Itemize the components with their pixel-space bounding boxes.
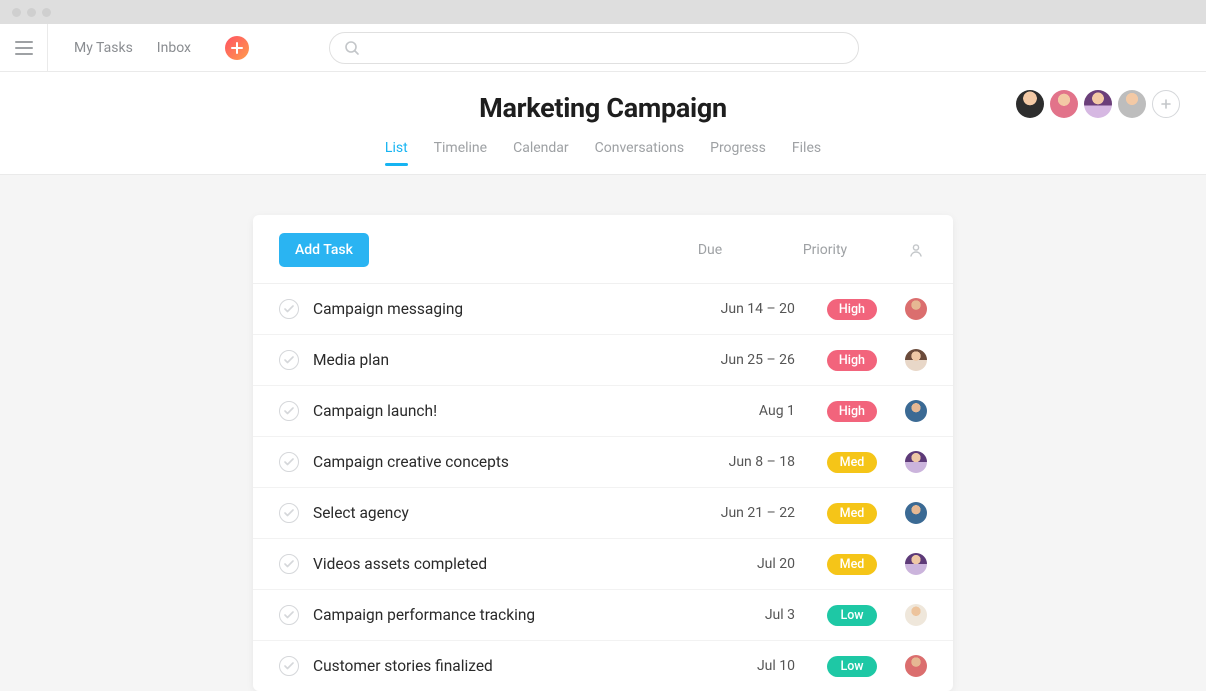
complete-toggle[interactable] xyxy=(279,554,299,574)
nav-my-tasks[interactable]: My Tasks xyxy=(74,40,133,56)
task-name[interactable]: Customer stories finalized xyxy=(313,657,695,675)
complete-toggle[interactable] xyxy=(279,452,299,472)
tab-progress[interactable]: Progress xyxy=(710,140,766,164)
tab-timeline[interactable]: Timeline xyxy=(434,140,487,164)
member-avatar[interactable] xyxy=(1016,90,1044,118)
task-due[interactable]: Jul 10 xyxy=(695,658,795,674)
member-avatar[interactable] xyxy=(1050,90,1078,118)
priority-pill[interactable]: High xyxy=(827,401,877,422)
complete-toggle[interactable] xyxy=(279,605,299,625)
assignee-avatar[interactable] xyxy=(905,553,927,575)
check-icon xyxy=(284,662,294,670)
priority-pill[interactable]: Med xyxy=(827,554,877,575)
user-icon xyxy=(908,242,924,258)
task-rows: Campaign messagingJun 14 – 20HighMedia p… xyxy=(253,284,953,691)
panel-header: Add Task Due Priority xyxy=(253,215,953,284)
task-row[interactable]: Customer stories finalizedJul 10 Low xyxy=(253,641,953,691)
task-row[interactable]: Campaign performance trackingJul 3 Low xyxy=(253,590,953,641)
check-icon xyxy=(284,560,294,568)
task-name[interactable]: Campaign creative concepts xyxy=(313,453,695,471)
check-icon xyxy=(284,611,294,619)
task-name[interactable]: Media plan xyxy=(313,351,695,369)
project-canvas: Add Task Due Priority Campaign messaging… xyxy=(0,175,1206,691)
omni-add-button[interactable] xyxy=(225,36,249,60)
traffic-light-min[interactable] xyxy=(27,8,36,17)
task-name[interactable]: Campaign messaging xyxy=(313,300,695,318)
tab-conversations[interactable]: Conversations xyxy=(595,140,684,164)
task-row[interactable]: Select agencyJun 21 – 22 Med xyxy=(253,488,953,539)
complete-toggle[interactable] xyxy=(279,656,299,676)
search-input[interactable] xyxy=(368,40,858,56)
search-icon xyxy=(344,40,360,56)
tab-files[interactable]: Files xyxy=(792,140,821,164)
complete-toggle[interactable] xyxy=(279,401,299,421)
task-row[interactable]: Videos assets completedJul 20 Med xyxy=(253,539,953,590)
task-due[interactable]: Jun 14 – 20 xyxy=(695,301,795,317)
task-due[interactable]: Jun 21 – 22 xyxy=(695,505,795,521)
column-header-due[interactable]: Due xyxy=(675,242,745,258)
task-due[interactable]: Jun 8 – 18 xyxy=(695,454,795,470)
hamburger-icon xyxy=(15,41,33,55)
add-member-button[interactable] xyxy=(1152,90,1180,118)
tab-calendar[interactable]: Calendar xyxy=(513,140,569,164)
check-icon xyxy=(284,509,294,517)
plus-icon xyxy=(231,42,243,54)
member-avatar[interactable] xyxy=(1118,90,1146,118)
priority-pill[interactable]: Med xyxy=(827,503,877,524)
assignee-avatar[interactable] xyxy=(905,400,927,422)
task-name[interactable]: Campaign launch! xyxy=(313,402,695,420)
project-tabs: List Timeline Calendar Conversations Progres… xyxy=(0,140,1206,174)
member-avatar[interactable] xyxy=(1084,90,1112,118)
task-row[interactable]: Campaign launch!Aug 1 High xyxy=(253,386,953,437)
project-members xyxy=(1016,90,1180,118)
sidebar-toggle[interactable] xyxy=(0,24,48,72)
task-row[interactable]: Media planJun 25 – 26 High xyxy=(253,335,953,386)
task-list-panel: Add Task Due Priority Campaign messaging… xyxy=(253,215,953,691)
topbar: My Tasks Inbox xyxy=(0,24,1206,72)
priority-pill[interactable]: Low xyxy=(827,656,877,677)
add-task-button[interactable]: Add Task xyxy=(279,233,369,267)
plus-icon xyxy=(1160,98,1172,110)
assignee-avatar[interactable] xyxy=(905,451,927,473)
nav-inbox[interactable]: Inbox xyxy=(157,40,191,56)
priority-pill[interactable]: Med xyxy=(827,452,877,473)
check-icon xyxy=(284,458,294,466)
assignee-avatar[interactable] xyxy=(905,349,927,371)
task-row[interactable]: Campaign creative conceptsJun 8 – 18 Med xyxy=(253,437,953,488)
complete-toggle[interactable] xyxy=(279,503,299,523)
traffic-light-max[interactable] xyxy=(42,8,51,17)
task-due[interactable]: Jul 20 xyxy=(695,556,795,572)
project-header: Marketing Campaign ListTimelineCalendarC… xyxy=(0,72,1206,175)
task-row[interactable]: Campaign messagingJun 14 – 20 High xyxy=(253,284,953,335)
task-name[interactable]: Campaign performance tracking xyxy=(313,606,695,624)
priority-pill[interactable]: High xyxy=(827,350,877,371)
column-header-assignee xyxy=(905,242,927,258)
task-due[interactable]: Jul 3 xyxy=(695,607,795,623)
assignee-avatar[interactable] xyxy=(905,604,927,626)
tab-list[interactable]: List xyxy=(385,140,408,164)
complete-toggle[interactable] xyxy=(279,299,299,319)
browser-chrome xyxy=(0,0,1206,24)
check-icon xyxy=(284,407,294,415)
task-due[interactable]: Aug 1 xyxy=(695,403,795,419)
task-name[interactable]: Videos assets completed xyxy=(313,555,695,573)
assignee-avatar[interactable] xyxy=(905,655,927,677)
check-icon xyxy=(284,305,294,313)
assignee-avatar[interactable] xyxy=(905,502,927,524)
assignee-avatar[interactable] xyxy=(905,298,927,320)
check-icon xyxy=(284,356,294,364)
traffic-light-close[interactable] xyxy=(12,8,21,17)
priority-pill[interactable]: High xyxy=(827,299,877,320)
task-name[interactable]: Select agency xyxy=(313,504,695,522)
priority-pill[interactable]: Low xyxy=(827,605,877,626)
search-input-wrap[interactable] xyxy=(329,32,859,64)
column-header-priority[interactable]: Priority xyxy=(795,242,855,258)
complete-toggle[interactable] xyxy=(279,350,299,370)
task-due[interactable]: Jun 25 – 26 xyxy=(695,352,795,368)
